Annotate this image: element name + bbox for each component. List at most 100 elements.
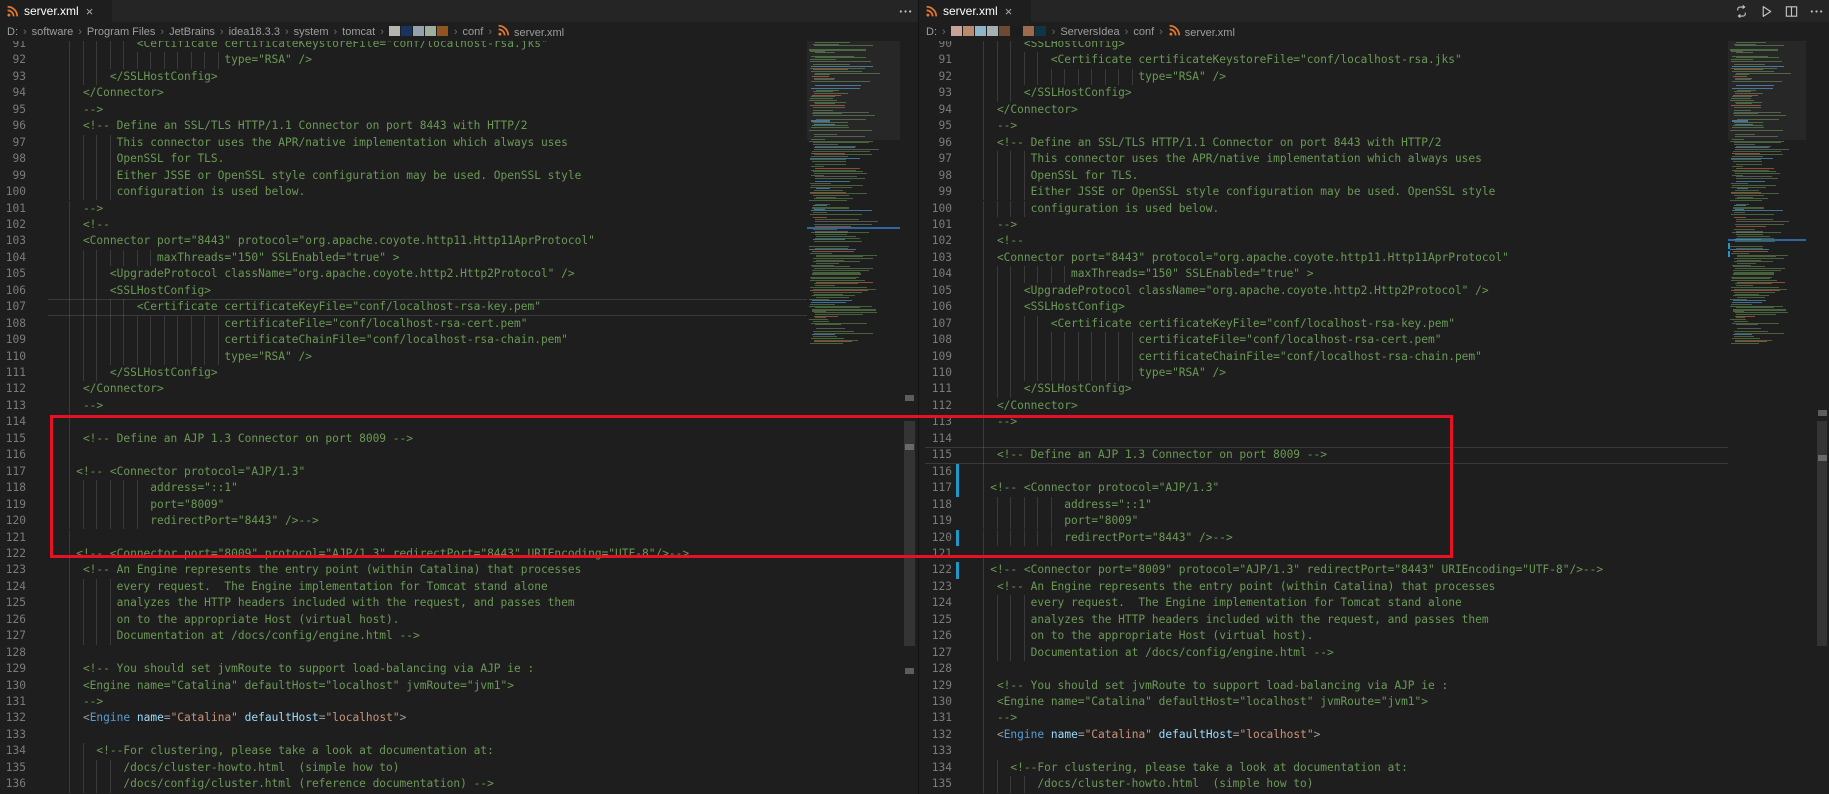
code-line[interactable]: <UpgradeProtocol className="org.apache.c… <box>56 266 575 283</box>
breadcrumb-item-redacted[interactable] <box>389 26 449 38</box>
more-actions-icon[interactable] <box>896 2 914 20</box>
code-line[interactable]: <SSLHostConfig> <box>970 299 1125 316</box>
code-line[interactable]: <!-- Define an AJP 1.3 Connector on port… <box>56 431 413 448</box>
breadcrumb-item[interactable]: system <box>294 26 329 38</box>
code-line[interactable]: certificateFile="conf/localhost-rsa-cert… <box>970 332 1441 349</box>
code-line[interactable]: --> <box>970 217 1017 234</box>
code-line[interactable]: <!-- <Connector protocol="AJP/1.3" <box>970 480 1219 497</box>
code-line[interactable]: <Engine name="Catalina" defaultHost="loc… <box>970 727 1320 744</box>
minimap-slider[interactable] <box>807 36 900 140</box>
code-line[interactable]: <!--For clustering, please take a look a… <box>970 760 1408 777</box>
code-line[interactable]: certificateChainFile="conf/localhost-rsa… <box>56 332 568 349</box>
close-icon[interactable]: × <box>1005 5 1013 18</box>
code-line[interactable]: <!-- <Connector protocol="AJP/1.3" <box>56 464 305 481</box>
tab-server-xml-left[interactable]: server.xml × <box>0 0 112 22</box>
code-line[interactable]: <Certificate certificateKeystoreFile="co… <box>970 52 1462 69</box>
code-line[interactable]: </Connector> <box>56 85 164 102</box>
code-line[interactable]: <!-- <Connector port="8009" protocol="AJ… <box>970 562 1603 579</box>
code-line[interactable]: --> <box>970 414 1017 431</box>
breadcrumb-item[interactable]: server.xml <box>1168 24 1235 40</box>
code-line[interactable]: <!-- Define an SSL/TLS HTTP/1.1 Connecto… <box>970 135 1441 152</box>
code-line[interactable]: analyzes the HTTP headers included with … <box>970 612 1489 629</box>
code-line[interactable]: <!--For clustering, please take a look a… <box>56 743 494 760</box>
split-editor-icon[interactable] <box>1782 2 1800 20</box>
code-line[interactable]: --> <box>56 398 103 415</box>
code-line[interactable]: <Certificate certificateKeyFile="conf/lo… <box>970 316 1455 333</box>
code-line[interactable]: </SSLHostConfig> <box>56 365 218 382</box>
code-line[interactable]: <UpgradeProtocol className="org.apache.c… <box>970 283 1489 300</box>
code-line[interactable]: /docs/cluster-howto.html (simple how to) <box>970 776 1314 793</box>
breadcrumb-item[interactable]: tomcat <box>342 26 375 38</box>
code-line[interactable]: <!-- You should set jvmRoute to support … <box>56 661 534 678</box>
editor-left[interactable]: 91 <Certificate certificateKeystoreFile=… <box>0 0 918 794</box>
breadcrumb-item[interactable]: Program Files <box>87 26 155 38</box>
code-line[interactable]: OpenSSL for TLS. <box>56 151 224 168</box>
code-line[interactable]: <!-- <box>970 233 1024 250</box>
code-line[interactable]: </Connector> <box>970 102 1078 119</box>
code-line[interactable]: </SSLHostConfig> <box>970 381 1132 398</box>
close-icon[interactable]: × <box>86 5 94 18</box>
code-line[interactable]: address="::1" <box>56 480 238 497</box>
code-line[interactable]: /docs/cluster-howto.html (simple how to) <box>56 760 400 777</box>
code-line[interactable]: </Connector> <box>56 381 164 398</box>
breadcrumb-item[interactable]: idea18.3.3 <box>229 26 280 38</box>
code-line[interactable]: <!-- <Connector port="8009" protocol="AJ… <box>56 546 689 563</box>
code-line[interactable]: Either JSSE or OpenSSL style configurati… <box>970 184 1495 201</box>
code-line[interactable]: <!-- Define an AJP 1.3 Connector on port… <box>970 447 1327 464</box>
code-line[interactable]: maxThreads="150" SSLEnabled="true" > <box>56 250 400 267</box>
breadcrumb-item[interactable]: conf <box>1133 26 1154 38</box>
code-line[interactable]: certificateChainFile="conf/localhost-rsa… <box>970 349 1482 366</box>
breadcrumb-item[interactable]: conf <box>463 26 484 38</box>
code-line[interactable]: every request. The Engine implementation… <box>970 595 1462 612</box>
code-line[interactable]: <Connector port="8443" protocol="org.apa… <box>970 250 1509 267</box>
code-line[interactable]: redirectPort="8443" />--> <box>56 513 319 530</box>
code-line[interactable]: <!-- Define an SSL/TLS HTTP/1.1 Connecto… <box>56 118 527 135</box>
code-line[interactable]: certificateFile="conf/localhost-rsa-cert… <box>56 316 527 333</box>
open-changes-icon[interactable] <box>1732 2 1750 20</box>
code-line[interactable]: --> <box>56 201 103 218</box>
scrollbar-left[interactable] <box>903 36 916 794</box>
more-actions-icon[interactable] <box>1807 2 1825 20</box>
code-line[interactable]: This connector uses the APR/native imple… <box>970 151 1482 168</box>
breadcrumb-item[interactable]: ServersIdea <box>1060 26 1119 38</box>
code-line[interactable]: <Engine name="Catalina" defaultHost="loc… <box>56 710 406 727</box>
scrollbar-right[interactable] <box>1816 36 1828 794</box>
breadcrumb-item[interactable]: server.xml <box>497 24 564 40</box>
tab-server-xml-right[interactable]: server.xml × <box>919 0 1031 22</box>
code-line[interactable]: Documentation at /docs/config/engine.htm… <box>970 645 1334 662</box>
breadcrumb-item[interactable]: JetBrains <box>169 26 215 38</box>
code-line[interactable]: <!-- <box>56 217 110 234</box>
code-line[interactable]: </Connector> <box>970 398 1078 415</box>
code-line[interactable]: analyzes the HTTP headers included with … <box>56 595 575 612</box>
code-line[interactable]: type="RSA" /> <box>970 365 1226 382</box>
breadcrumb-item[interactable]: D: <box>926 26 937 38</box>
code-line[interactable]: redirectPort="8443" />--> <box>970 530 1233 547</box>
code-line[interactable]: --> <box>56 694 103 711</box>
breadcrumb-item[interactable]: D: <box>7 26 18 38</box>
code-line[interactable]: <Connector port="8443" protocol="org.apa… <box>56 233 595 250</box>
code-line[interactable]: <!-- An Engine represents the entry poin… <box>970 579 1495 596</box>
code-line[interactable]: configuration is used below. <box>56 184 305 201</box>
breadcrumb-item-redacted[interactable] <box>951 26 1047 38</box>
code-line[interactable]: Documentation at /docs/config/engine.htm… <box>56 628 420 645</box>
code-line[interactable]: type="RSA" /> <box>970 69 1226 86</box>
code-line[interactable]: <!-- You should set jvmRoute to support … <box>970 678 1448 695</box>
code-line[interactable]: <Certificate certificateKeyFile="conf/lo… <box>56 299 541 316</box>
code-line[interactable]: type="RSA" /> <box>56 52 312 69</box>
code-line[interactable]: <!-- An Engine represents the entry poin… <box>56 562 581 579</box>
code-line[interactable]: OpenSSL for TLS. <box>970 168 1138 185</box>
minimap-left[interactable] <box>807 36 900 794</box>
code-line[interactable]: type="RSA" /> <box>56 349 312 366</box>
code-line[interactable]: /docs/config/cluster.html (reference doc… <box>56 776 494 793</box>
run-icon[interactable] <box>1757 2 1775 20</box>
code-line[interactable]: address="::1" <box>970 497 1152 514</box>
code-line[interactable]: configuration is used below. <box>970 201 1219 218</box>
minimap-slider[interactable] <box>1728 36 1806 140</box>
code-line[interactable]: on to the appropriate Host (virtual host… <box>56 612 400 629</box>
scrollbar-slider[interactable] <box>904 421 915 646</box>
editor-right[interactable]: 90 <SSLHostConfig>91 <Certificate certif… <box>919 0 1829 794</box>
code-line[interactable]: --> <box>970 710 1017 727</box>
code-line[interactable]: This connector uses the APR/native imple… <box>56 135 568 152</box>
code-line[interactable]: <Engine name="Catalina" defaultHost="loc… <box>970 694 1428 711</box>
code-line[interactable]: <Engine name="Catalina" defaultHost="loc… <box>56 678 514 695</box>
